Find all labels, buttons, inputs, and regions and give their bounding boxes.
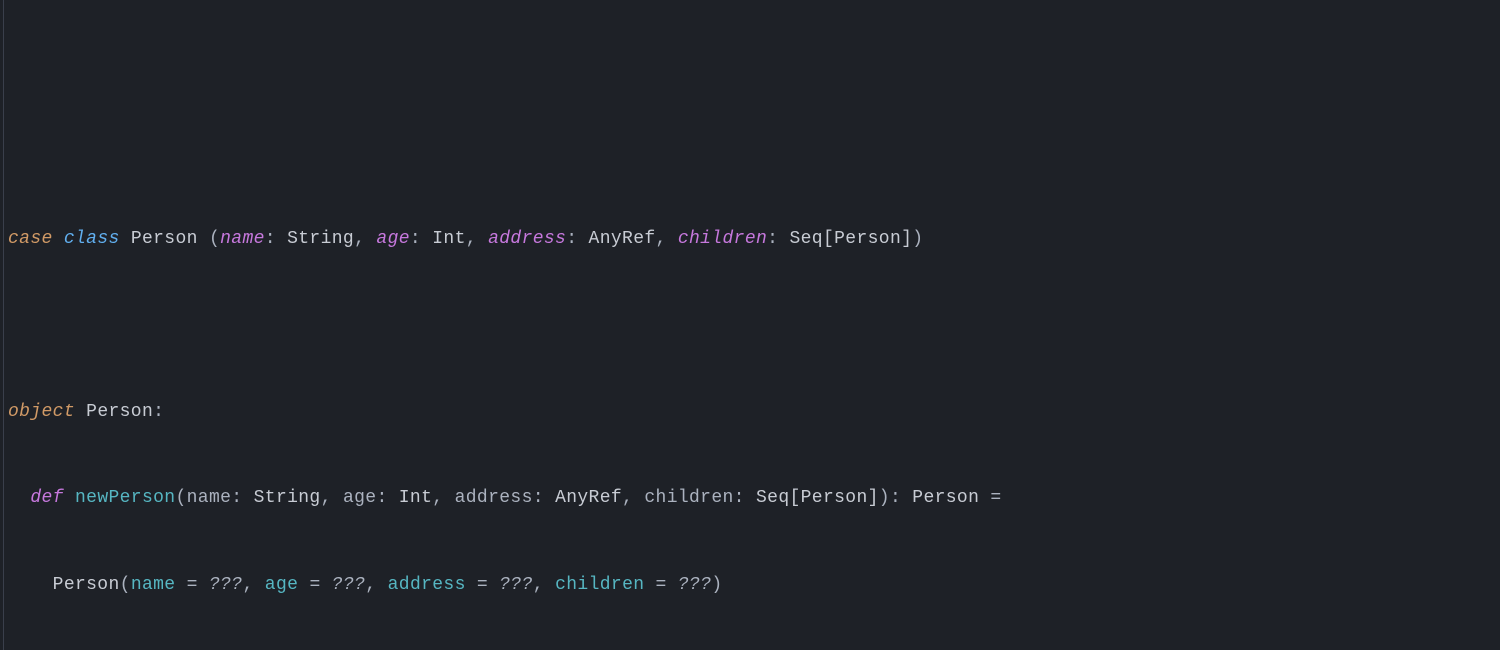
keyword-object: object xyxy=(8,402,75,422)
colon: : xyxy=(767,229,789,249)
comma: , xyxy=(533,575,555,595)
equals: = xyxy=(979,488,1001,508)
comma: , xyxy=(321,488,343,508)
paren-open: ( xyxy=(198,229,220,249)
paren-close: ) xyxy=(711,575,722,595)
param-type: Seq[Person] xyxy=(789,229,912,249)
equals: = xyxy=(644,575,678,595)
return-type: Person xyxy=(912,488,979,508)
comma: , xyxy=(365,575,387,595)
equals: = xyxy=(466,575,500,595)
param-type: Int xyxy=(399,488,433,508)
colon: : xyxy=(566,229,588,249)
param-name: name xyxy=(187,488,232,508)
named-arg-address: address xyxy=(388,575,466,595)
colon: : xyxy=(376,488,398,508)
equals: = xyxy=(175,575,209,595)
colon: : xyxy=(153,402,164,422)
code-line-blank xyxy=(8,305,1500,348)
keyword-def: def xyxy=(30,488,64,508)
param-children: children xyxy=(644,488,733,508)
paren-close: ) xyxy=(879,488,890,508)
comma: , xyxy=(432,488,454,508)
param-address: address xyxy=(488,229,566,249)
param-name: name xyxy=(220,229,265,249)
named-arg-age: age xyxy=(265,575,299,595)
constructor-call: Person xyxy=(53,575,120,595)
colon: : xyxy=(734,488,756,508)
param-type: String xyxy=(254,488,321,508)
placeholder-value: ??? xyxy=(499,575,533,595)
return-colon: : xyxy=(890,488,912,508)
paren-open: ( xyxy=(120,575,131,595)
code-line-1: case class Person (name: String, age: In… xyxy=(8,218,1500,261)
param-address: address xyxy=(455,488,533,508)
indent xyxy=(8,575,53,595)
placeholder-value: ??? xyxy=(332,575,366,595)
comma: , xyxy=(242,575,264,595)
param-type: AnyRef xyxy=(589,229,656,249)
comma: , xyxy=(354,229,376,249)
code-line-3: object Person: xyxy=(8,391,1500,434)
param-type: Int xyxy=(432,229,466,249)
equals: = xyxy=(298,575,332,595)
comma: , xyxy=(622,488,644,508)
param-age: age xyxy=(376,229,410,249)
class-name: Person xyxy=(131,229,198,249)
param-type: Seq[Person] xyxy=(756,488,879,508)
indent xyxy=(8,488,30,508)
code-editor[interactable]: case class Person (name: String, age: In… xyxy=(0,0,1500,650)
colon: : xyxy=(231,488,253,508)
function-name: newPerson xyxy=(75,488,175,508)
named-arg-children: children xyxy=(555,575,644,595)
param-age: age xyxy=(343,488,377,508)
comma: , xyxy=(466,229,488,249)
object-name: Person xyxy=(86,402,153,422)
colon: : xyxy=(410,229,432,249)
param-type: String xyxy=(287,229,354,249)
paren-open: ( xyxy=(175,488,186,508)
named-arg-name: name xyxy=(131,575,176,595)
code-line-5: Person(name = ???, age = ???, address = … xyxy=(8,564,1500,607)
comma: , xyxy=(656,229,678,249)
param-children: children xyxy=(678,229,767,249)
colon: : xyxy=(533,488,555,508)
paren-close: ) xyxy=(912,229,923,249)
colon: : xyxy=(265,229,287,249)
keyword-class: class xyxy=(64,229,120,249)
code-line-4: def newPerson(name: String, age: Int, ad… xyxy=(8,477,1500,520)
placeholder-value: ??? xyxy=(678,575,712,595)
keyword-case: case xyxy=(8,229,53,249)
param-type: AnyRef xyxy=(555,488,622,508)
placeholder-value: ??? xyxy=(209,575,243,595)
